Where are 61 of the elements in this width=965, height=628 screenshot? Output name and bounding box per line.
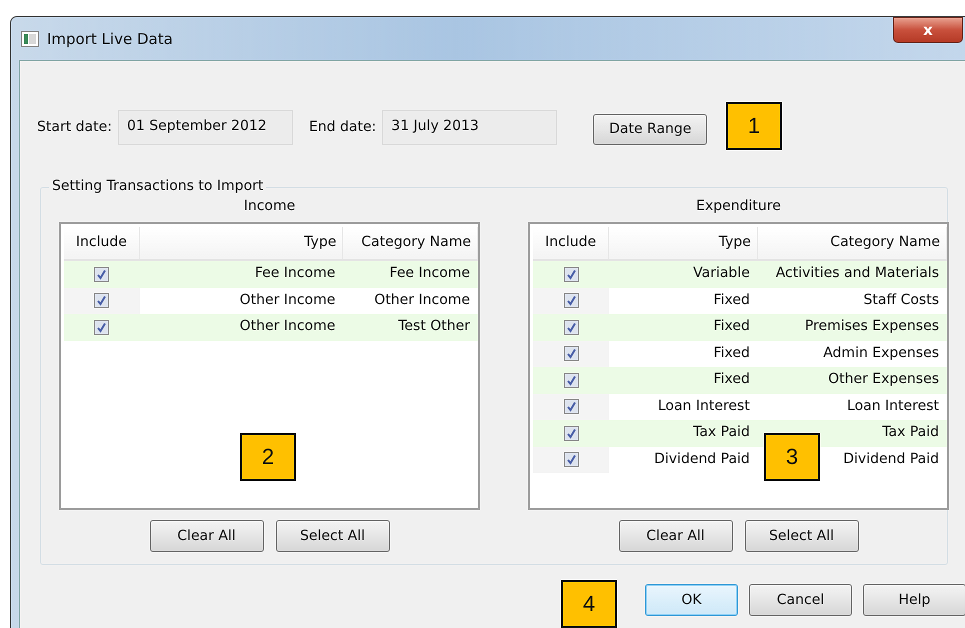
checkbox[interactable]: [564, 399, 579, 414]
table-cell: Tax Paid: [693, 424, 750, 440]
callout-badge: 1: [726, 102, 782, 150]
callout-badge: 2: [240, 433, 296, 481]
dialog-button[interactable]: Help: [863, 584, 965, 616]
checkbox[interactable]: [564, 266, 579, 282]
checkbox[interactable]: [564, 452, 579, 468]
panel-button[interactable]: Select All: [276, 520, 390, 552]
table-cell: Fixed: [714, 318, 750, 334]
table-cell: Other Expenses: [828, 371, 939, 387]
table-cell: Fixed: [714, 292, 750, 308]
column-header[interactable]: Category Name: [343, 227, 478, 259]
table-cell: Activities and Materials: [776, 265, 939, 281]
table-cell: Loan Interest: [658, 398, 750, 414]
close-button[interactable]: x: [893, 17, 963, 43]
table-cell: Other Income: [374, 292, 470, 308]
panel-button[interactable]: Clear All: [618, 520, 732, 552]
panel-title: Expenditure: [696, 198, 781, 216]
panel-button[interactable]: Clear All: [150, 520, 264, 552]
panel-title: Income: [244, 198, 296, 216]
table-cell: Fee Income: [254, 265, 336, 281]
column-header[interactable]: Include: [533, 227, 610, 259]
column-header[interactable]: Category Name: [758, 227, 947, 259]
checkbox[interactable]: [94, 293, 110, 308]
table-cell: Fixed: [714, 371, 750, 387]
column-header[interactable]: Type: [609, 227, 758, 259]
window-icon: [21, 30, 39, 46]
dialog-button[interactable]: Cancel: [749, 584, 852, 616]
checkbox[interactable]: [564, 320, 579, 335]
table-cell: Fee Income: [390, 265, 470, 281]
date-field[interactable]: 31 July 2013: [382, 110, 558, 144]
callout-badge: 3: [764, 433, 820, 481]
callout-badge: 4: [561, 580, 617, 628]
table-cell: Other Income: [240, 292, 336, 308]
checkbox[interactable]: [564, 372, 579, 388]
table-cell: Premises Expenses: [804, 318, 939, 334]
column-header[interactable]: Include: [64, 227, 140, 259]
checkbox[interactable]: [94, 320, 110, 335]
panel-button[interactable]: Select All: [744, 520, 858, 552]
date-label: Start date:: [37, 119, 112, 135]
checkbox[interactable]: [94, 266, 110, 282]
table-cell: Fixed: [714, 344, 750, 360]
table-cell: Dividend Paid: [654, 450, 750, 466]
checkbox[interactable]: [564, 426, 579, 441]
date-label: End date:: [308, 119, 376, 135]
checkbox[interactable]: [564, 346, 579, 362]
date-range-button[interactable]: Date Range: [593, 114, 708, 144]
group-title: Setting Transactions to Import: [49, 178, 266, 194]
dialog-button[interactable]: OK: [645, 584, 738, 616]
checkbox[interactable]: [564, 293, 579, 308]
table-cell: Other Income: [240, 318, 336, 334]
window-title: Import Live Data: [47, 30, 173, 48]
table-cell: Admin Expenses: [823, 344, 939, 360]
column-header[interactable]: Type: [140, 227, 344, 259]
table-cell: Tax Paid: [882, 424, 939, 440]
table-cell: Dividend Paid: [843, 450, 939, 466]
date-field[interactable]: 01 September 2012: [118, 110, 293, 144]
table-cell: Staff Costs: [864, 292, 939, 308]
table-cell: Loan Interest: [847, 398, 939, 414]
table-cell: Variable: [693, 265, 750, 281]
table-cell: Test Other: [398, 318, 470, 334]
